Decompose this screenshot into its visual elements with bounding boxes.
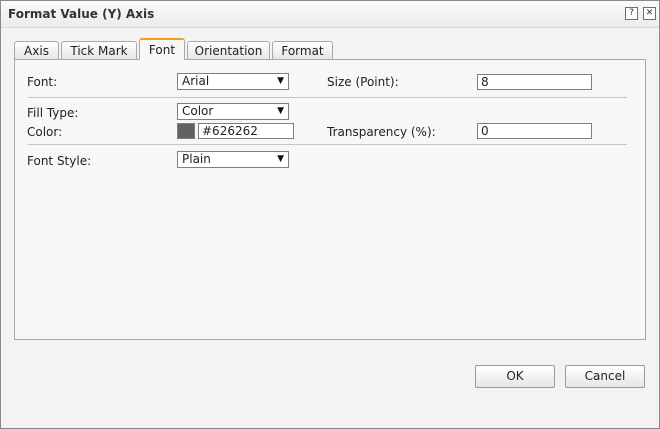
- transparency-input[interactable]: 0: [477, 123, 592, 139]
- font-tab-panel: Font: Arial ▼ Size (Point): 8 Fill Type:…: [14, 59, 646, 340]
- dialog-title: Format Value (Y) Axis: [8, 7, 155, 21]
- dropdown-arrow-icon: ▼: [277, 154, 284, 164]
- separator: [28, 144, 627, 145]
- ok-button[interactable]: OK: [475, 365, 555, 388]
- fill-type-select-value: Color: [182, 104, 214, 118]
- tab-orientation[interactable]: Orientation: [187, 41, 270, 59]
- font-style-label: Font Style:: [27, 154, 92, 168]
- dropdown-arrow-icon: ▼: [277, 76, 284, 86]
- color-label: Color:: [27, 125, 63, 139]
- help-icon[interactable]: ?: [625, 7, 638, 20]
- dropdown-arrow-icon: ▼: [277, 106, 284, 116]
- size-input[interactable]: 8: [477, 74, 592, 90]
- fill-type-select[interactable]: Color ▼: [177, 103, 289, 120]
- transparency-label: Transparency (%):: [327, 125, 436, 139]
- title-bar: Format Value (Y) Axis ? ✕: [1, 1, 659, 28]
- font-style-select-value: Plain: [182, 152, 211, 166]
- tab-format[interactable]: Format: [272, 41, 333, 59]
- fill-type-label: Fill Type:: [27, 106, 79, 120]
- format-axis-dialog: Format Value (Y) Axis ? ✕ Axis Tick Mark…: [0, 0, 660, 429]
- tab-font[interactable]: Font: [139, 38, 185, 60]
- font-style-select[interactable]: Plain ▼: [177, 151, 289, 168]
- font-label: Font:: [27, 75, 58, 89]
- size-label: Size (Point):: [327, 75, 399, 89]
- color-input[interactable]: #626262: [198, 123, 294, 139]
- font-select[interactable]: Arial ▼: [177, 73, 289, 90]
- tab-tick-mark[interactable]: Tick Mark: [61, 41, 137, 59]
- font-select-value: Arial: [182, 74, 210, 88]
- close-icon[interactable]: ✕: [643, 7, 656, 20]
- color-swatch[interactable]: [177, 123, 195, 139]
- tab-axis[interactable]: Axis: [14, 41, 59, 59]
- separator: [28, 97, 627, 98]
- cancel-button[interactable]: Cancel: [565, 365, 645, 388]
